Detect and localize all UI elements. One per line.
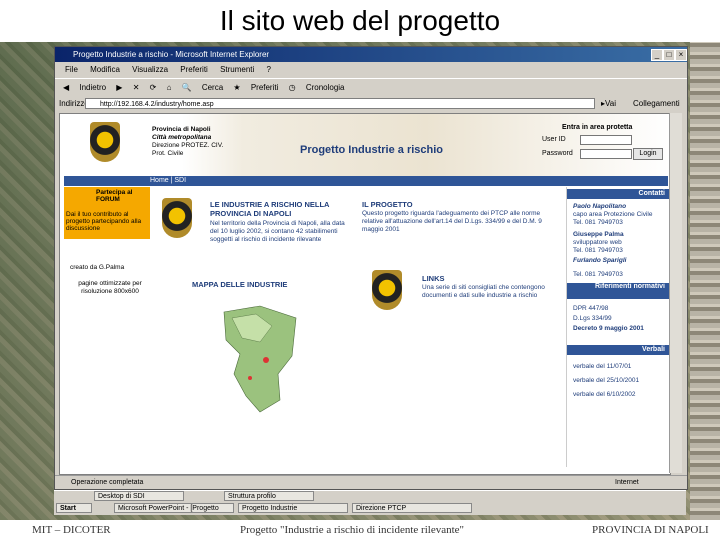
contacts-head: Contatti — [567, 189, 669, 199]
history-label: Cronologia — [305, 83, 345, 92]
back-button[interactable]: ◀ Indietro — [63, 83, 106, 92]
org-line3: Direzione PROTEZ. CIV. — [152, 142, 224, 149]
menu-preferiti[interactable]: Preferiti — [180, 65, 208, 74]
menu-file[interactable]: File — [65, 65, 78, 74]
task-direzione[interactable]: Direzione PTCP — [352, 503, 472, 513]
stop-button[interactable]: ✕ — [133, 83, 140, 92]
org-line4: Prot. Civile — [152, 150, 184, 157]
maximize-icon[interactable]: □ — [663, 49, 675, 61]
menu-modifica[interactable]: Modifica — [90, 65, 120, 74]
norm-2[interactable]: D.Lgs 334/99 — [573, 315, 612, 322]
forum-title: Partecipa al FORUM — [96, 189, 133, 203]
status-bar: Operazione completata Internet — [55, 475, 687, 489]
industries-map[interactable] — [220, 304, 300, 414]
favorites-label: Preferiti — [250, 83, 279, 92]
verbale-2[interactable]: verbale del 25/10/2001 — [573, 377, 639, 384]
zone-text: Internet — [615, 479, 639, 486]
forum-box[interactable]: Partecipa al FORUM Dai il tuo contributo… — [64, 187, 150, 239]
footer-right: PROVINCIA DI NAPOLI — [592, 524, 709, 536]
links-text: Una serie di siti consigliati che conten… — [422, 284, 545, 299]
toolbar: ◀ Indietro ▶ ✕ ⟳ ⌂ 🔍 Cerca ★ Preferiti ◷… — [55, 78, 687, 96]
menu-visualizza[interactable]: Visualizza — [132, 65, 168, 74]
user-label: User ID — [542, 136, 566, 143]
login-button[interactable]: Login — [633, 148, 663, 160]
site-header: Provincia di Napoli Città metropolitana … — [60, 114, 670, 180]
norm-3[interactable]: Decreto 9 maggio 2001 — [573, 325, 644, 332]
close-icon[interactable]: × — [675, 49, 687, 61]
contact3-name[interactable]: Furlando Sparigli — [573, 257, 626, 264]
user-input[interactable] — [580, 135, 632, 145]
taskbar: Desktop di SDI Struttura profilo Start M… — [54, 490, 686, 515]
contact1-tel: Tel. 081 7949703 — [573, 219, 623, 226]
province-emblem-icon — [90, 122, 120, 162]
aerial-photo-edge — [690, 42, 720, 520]
project-text: Questo progetto riguarda l'adeguamento d… — [362, 210, 542, 233]
go-label: Vai — [605, 99, 616, 108]
browser-titlebar: Progetto Industrie a rischio - Microsoft… — [55, 47, 687, 62]
emblem-icon-2 — [372, 270, 402, 310]
footer-center: Progetto "Industrie a rischio di inciden… — [240, 524, 465, 536]
contact1-text: capo area Protezione Civile — [573, 211, 653, 218]
resolution-text: pagine ottimizzate per risoluzione 800x6… — [78, 280, 142, 295]
contact1-name[interactable]: Paolo Napolitano — [573, 203, 626, 210]
minimize-icon[interactable]: _ — [651, 49, 663, 61]
forum-text: Dai il tuo contributo al progetto partec… — [66, 211, 142, 232]
forward-button[interactable]: ▶ — [116, 83, 122, 92]
site-nav: Home | SDI — [64, 176, 668, 186]
home-button[interactable]: ⌂ — [167, 83, 172, 92]
login-title: Entra in area protetta — [562, 124, 633, 131]
industries-title[interactable]: LE INDUSTRIE A RISCHIO NELLA PROVINCIA D… — [210, 200, 350, 218]
task-struttura[interactable]: Struttura profilo — [224, 491, 314, 501]
contact2-tel: Tel. 081 7949703 — [573, 247, 623, 254]
org-line2: Città metropolitana — [152, 134, 212, 141]
go-button[interactable]: ▸Vai — [601, 96, 616, 111]
window-title: Progetto Industrie a rischio - Microsoft… — [73, 50, 270, 59]
emblem-icon-1 — [162, 198, 192, 238]
slide-footer: MIT – DICOTER Progetto "Industrie a risc… — [0, 520, 720, 540]
refresh-button[interactable]: ⟳ — [150, 83, 157, 92]
org-line1: Provincia di Napoli — [152, 126, 211, 133]
start-button[interactable]: Start — [56, 503, 92, 513]
task-progetto[interactable]: Progetto Industrie — [238, 503, 348, 513]
verbale-1[interactable]: verbale del 11/07/01 — [573, 363, 631, 370]
history-button[interactable]: ◷ Cronologia — [289, 83, 345, 92]
contact3-tel: Tel. 081 7949703 — [573, 271, 623, 278]
footer-left: MIT – DICOTER — [32, 524, 111, 536]
menu-bar: File Modifica Visualizza Preferiti Strum… — [55, 63, 687, 77]
credit-text: creato da G.Palma — [70, 264, 125, 271]
verbale-3[interactable]: verbale del 6/10/2002 — [573, 391, 636, 398]
page-viewport: Provincia di Napoli Città metropolitana … — [59, 113, 671, 475]
search-label: Cerca — [201, 83, 224, 92]
verbali-head: Verbali — [567, 345, 669, 355]
favorites-button[interactable]: ★ Preferiti — [233, 83, 278, 92]
password-label: Password — [542, 150, 573, 157]
site-title: Progetto Industrie a rischio — [300, 144, 444, 156]
slide-title: Il sito web del progetto — [219, 5, 501, 36]
address-input[interactable]: http://192.168.4.2/industry/home.asp — [85, 98, 595, 109]
links-title[interactable]: LINKS — [422, 274, 445, 283]
norm-head: Riferimenti normativi — [567, 283, 669, 299]
map-title[interactable]: MAPPA DELLE INDUSTRIE — [192, 280, 287, 289]
password-input[interactable] — [580, 149, 632, 159]
address-bar: Indirizzo http://192.168.4.2/industry/ho… — [55, 96, 687, 111]
links-button[interactable]: Collegamenti — [633, 96, 680, 111]
status-text: Operazione completata — [71, 479, 144, 486]
back-label: Indietro — [79, 83, 107, 92]
vertical-scrollbar[interactable] — [669, 113, 682, 473]
industries-text: Nel territorio della Provincia di Napoli… — [210, 220, 345, 243]
nav-links[interactable]: Home | SDI — [150, 177, 186, 184]
menu-help[interactable]: ? — [267, 65, 271, 74]
task-desktop[interactable]: Desktop di SDI — [94, 491, 184, 501]
norm-1[interactable]: DPR 447/98 — [573, 305, 608, 312]
contact2-text: sviluppatore web — [573, 239, 622, 246]
right-column: Contatti Paolo Napolitano capo area Prot… — [566, 187, 669, 467]
menu-strumenti[interactable]: Strumenti — [220, 65, 254, 74]
search-button[interactable]: 🔍 Cerca — [182, 83, 224, 92]
project-title[interactable]: IL PROGETTO — [362, 200, 413, 209]
browser-window: Progetto Industrie a rischio - Microsoft… — [54, 46, 688, 490]
contact2-name[interactable]: Giuseppe Palma — [573, 231, 624, 238]
task-powerpoint[interactable]: Microsoft PowerPoint - [Progetto — [114, 503, 234, 513]
